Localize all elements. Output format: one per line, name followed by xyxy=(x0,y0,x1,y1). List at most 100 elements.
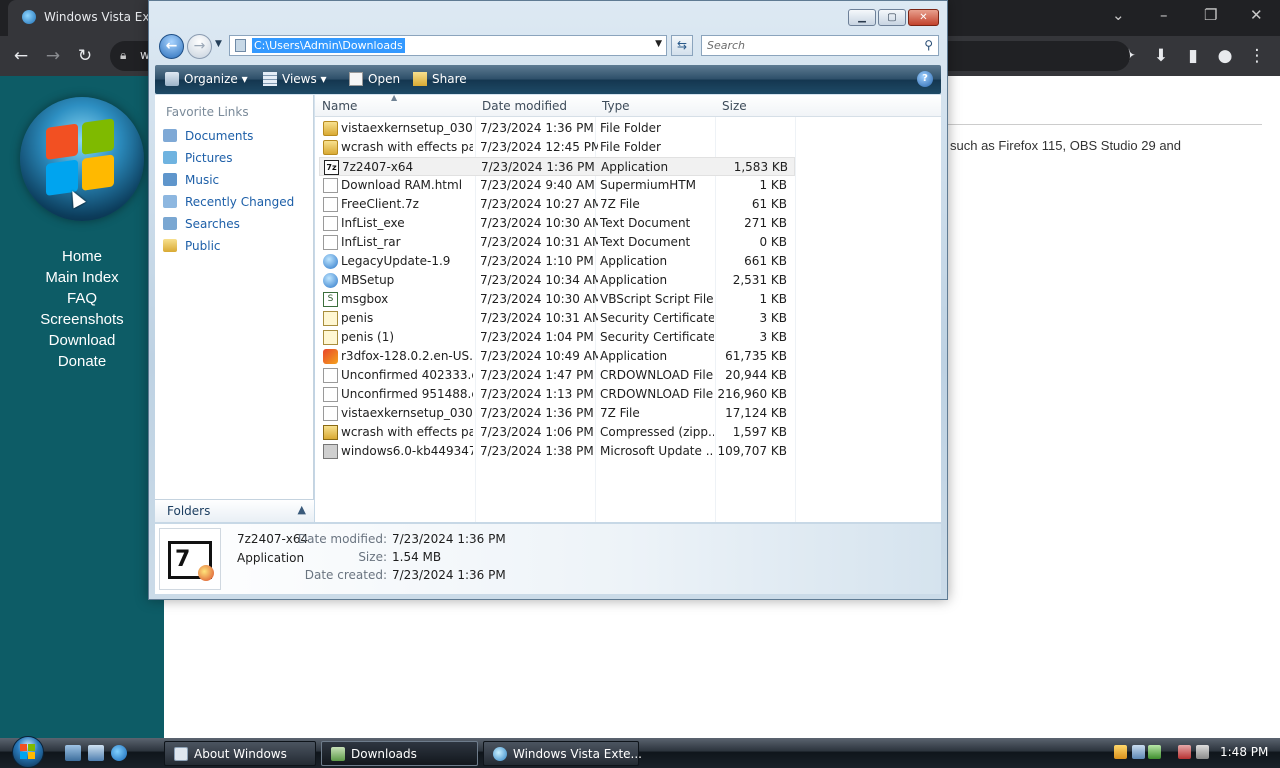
back-button[interactable]: ← xyxy=(159,34,184,59)
site-nav-home[interactable]: Home xyxy=(0,246,164,267)
switch-windows-icon[interactable] xyxy=(88,745,104,761)
nav-item-recently-changed[interactable]: Recently Changed xyxy=(163,195,294,215)
file-date-modified: 7/23/2024 1:06 PM xyxy=(480,425,594,439)
site-nav-donate[interactable]: Donate xyxy=(0,351,164,372)
file-row[interactable]: InfList_rar 7/23/2024 10:31 AM Text Docume… xyxy=(319,233,795,252)
reload-icon[interactable]: ↻ xyxy=(74,45,96,67)
file-row[interactable]: windows6.0-kb449347... 7/23/2024 1:38 PM M… xyxy=(319,442,795,461)
file-row[interactable]: r3dfox-128.0.2.en-US.w... 7/23/2024 10:49… xyxy=(319,347,795,366)
firefox-icon xyxy=(323,349,338,364)
file-name: 7z2407-x64 xyxy=(342,160,414,174)
file-date-modified: 7/23/2024 1:36 PM xyxy=(480,406,594,420)
file-name: Unconfirmed 402333.c... xyxy=(341,368,473,382)
search-input[interactable]: Search ⚲ xyxy=(701,35,939,56)
show-desktop-icon[interactable] xyxy=(65,745,81,761)
file-row[interactable]: vistaexkernsetup_0309... 7/23/2024 1:36 P… xyxy=(319,404,795,423)
file-row[interactable]: 7z 7z2407-x64 7/23/2024 1:36 PM Application… xyxy=(319,157,795,176)
file-row[interactable]: penis 7/23/2024 10:31 AM Security Certific… xyxy=(319,309,795,328)
security-shield-icon[interactable] xyxy=(1114,745,1127,759)
address-dropdown-icon[interactable]: ▼ xyxy=(655,39,662,49)
update-download-icon[interactable] xyxy=(1148,745,1161,759)
file-row[interactable]: wcrash with effects pat... 7/23/2024 12:4… xyxy=(319,138,795,157)
network-icon[interactable] xyxy=(1132,745,1145,759)
search-icon[interactable]: ⚲ xyxy=(924,38,933,52)
details-date-created: 7/23/2024 1:36 PM xyxy=(392,568,506,582)
site-nav-main-index[interactable]: Main Index xyxy=(0,267,164,288)
file-name: Download RAM.html xyxy=(341,178,463,192)
file-row[interactable]: Unconfirmed 951488.c... 7/23/2024 1:13 PM… xyxy=(319,385,795,404)
recent-pages-dropdown-icon[interactable]: ▼ xyxy=(215,39,222,49)
chevron-up-icon[interactable]: ▲ xyxy=(298,503,306,516)
file-type: Application xyxy=(600,254,668,268)
column-header-date-modified[interactable]: Date modified xyxy=(482,99,567,113)
file-name: vistaexkernsetup_0309... xyxy=(341,121,473,135)
7z-app-icon: 7z xyxy=(324,160,339,175)
file-row[interactable]: penis (1) 7/23/2024 1:04 PM Security Certi… xyxy=(319,328,795,347)
nav-item-public[interactable]: Public xyxy=(163,239,221,259)
column-header-size[interactable]: Size xyxy=(722,99,747,113)
7z-app-large-icon: 7 xyxy=(159,528,221,590)
restore-icon[interactable]: ❐ xyxy=(1204,6,1217,24)
file-name: r3dfox-128.0.2.en-US.w... xyxy=(341,349,473,363)
file-row[interactable]: vistaexkernsetup_0309... 7/23/2024 1:36 P… xyxy=(319,119,795,138)
nav-item-music[interactable]: Music xyxy=(163,173,219,193)
minimize-icon[interactable]: – xyxy=(1160,6,1168,24)
taskbar-button-browser[interactable]: Windows Vista Exte... xyxy=(483,741,642,766)
file-row[interactable]: InfList_exe 7/23/2024 10:30 AM Text Docume… xyxy=(319,214,795,233)
file-row[interactable]: Download RAM.html 7/23/2024 9:40 AM Superm… xyxy=(319,176,795,195)
nav-item-documents[interactable]: Documents xyxy=(163,129,253,149)
volume-muted-icon[interactable] xyxy=(1196,745,1209,759)
refresh-button[interactable]: ⇆ xyxy=(671,35,693,56)
site-nav-faq[interactable]: FAQ xyxy=(0,288,164,309)
back-arrow-icon[interactable]: ← xyxy=(10,45,32,67)
minimize-button[interactable]: ▁ xyxy=(848,9,876,26)
folders-toggle[interactable]: Folders ▲ xyxy=(155,499,314,522)
nav-item-searches[interactable]: Searches xyxy=(163,217,240,237)
menu-kebab-icon[interactable]: ⋮ xyxy=(1246,45,1268,67)
open-button[interactable]: Open xyxy=(349,72,400,86)
organize-button[interactable]: Organize ▾ xyxy=(165,72,248,86)
documents-icon xyxy=(163,129,177,142)
file-size: 109,707 KB xyxy=(717,444,787,458)
start-button[interactable] xyxy=(8,736,50,768)
lock-icon: 🔒︎ xyxy=(120,48,127,62)
file-date-modified: 7/23/2024 10:30 AM xyxy=(480,216,598,230)
file-name: penis (1) xyxy=(341,330,395,344)
browser-tab[interactable]: Windows Vista Exte xyxy=(8,0,162,36)
taskbar-button-downloads[interactable]: Downloads xyxy=(321,741,478,766)
help-icon[interactable]: ? xyxy=(917,71,933,87)
organize-icon xyxy=(165,72,179,86)
views-icon xyxy=(263,72,277,86)
network-disconnected-icon[interactable] xyxy=(1178,745,1191,759)
nav-item-pictures[interactable]: Pictures xyxy=(163,151,233,171)
taskbar-button-about-windows[interactable]: About Windows xyxy=(164,741,316,766)
profile-icon[interactable]: ● xyxy=(1214,45,1236,67)
file-row[interactable]: LegacyUpdate-1.9 7/23/2024 1:10 PM Applica… xyxy=(319,252,795,271)
close-icon[interactable]: ✕ xyxy=(1250,6,1263,24)
file-row[interactable]: FreeClient.7z 7/23/2024 10:27 AM 7Z File 61… xyxy=(319,195,795,214)
internet-explorer-icon[interactable] xyxy=(111,745,127,761)
column-header-name[interactable]: Name xyxy=(322,99,357,113)
file-row[interactable]: wcrash with effects pat... 7/23/2024 1:06… xyxy=(319,423,795,442)
download-icon[interactable]: ⬇ xyxy=(1150,45,1172,67)
maximize-button[interactable]: ▢ xyxy=(878,9,906,26)
forward-button[interactable]: → xyxy=(187,34,212,59)
browser-icon xyxy=(493,747,507,761)
file-row[interactable]: Smsgbox 7/23/2024 10:30 AM VBScript Script… xyxy=(319,290,795,309)
folder-icon xyxy=(323,121,338,136)
globe-icon xyxy=(323,254,338,269)
close-button[interactable]: ✕ xyxy=(908,9,939,26)
column-header-type[interactable]: Type xyxy=(602,99,630,113)
site-nav-screenshots[interactable]: Screenshots xyxy=(0,309,164,330)
site-nav-download[interactable]: Download xyxy=(0,330,164,351)
tab-search-icon[interactable]: ⌄ xyxy=(1112,6,1125,24)
file-row[interactable]: MBSetup 7/23/2024 10:34 AM Application 2,53… xyxy=(319,271,795,290)
taskbar-clock[interactable]: 1:48 PM xyxy=(1220,745,1268,759)
forward-arrow-icon[interactable]: → xyxy=(42,45,64,67)
views-button[interactable]: Views ▾ xyxy=(263,72,327,86)
file-row[interactable]: Unconfirmed 402333.c... 7/23/2024 1:47 PM… xyxy=(319,366,795,385)
side-panel-icon[interactable]: ▮ xyxy=(1182,45,1204,67)
file-date-modified: 7/23/2024 1:38 PM xyxy=(480,444,594,458)
address-field[interactable]: C:\Users\Admin\Downloads ▼ xyxy=(229,35,667,56)
share-button[interactable]: Share xyxy=(413,72,467,86)
